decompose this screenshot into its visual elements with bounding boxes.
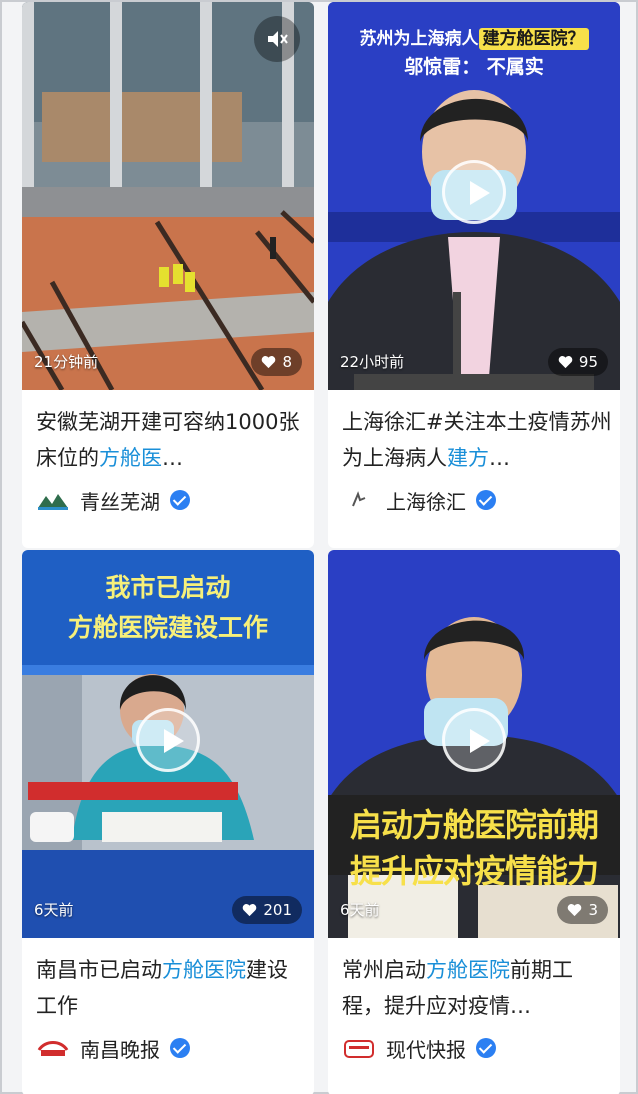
video-card[interactable]: 我市已启动 方舱医院建设工作 6天前 201 南昌市已启动方舱医院建设工作 南昌… [22, 550, 314, 1094]
video-card[interactable]: 苏州为上海病人 建方舱医院？ 邬惊雷： 不属实 22小时前 95 上海徐汇#关注本… [328, 2, 620, 548]
like-count[interactable]: 3 [557, 896, 608, 924]
overlay-text: 苏州为上海病人 [359, 29, 479, 49]
play-button[interactable] [136, 708, 200, 772]
overlay-line: 启动方舱医院前期 [349, 806, 599, 844]
overlay-highlight: 建方舱医院？ [478, 28, 589, 50]
heart-icon [568, 904, 582, 917]
video-thumbnail[interactable]: 启动方舱医院前期 提升应对疫情能力 6天前 3 [328, 550, 620, 938]
author-name: 上海徐汇 [386, 489, 466, 514]
video-thumbnail[interactable]: 苏州为上海病人 建方舱医院？ 邬惊雷： 不属实 22小时前 95 [328, 2, 620, 390]
mute-toggle[interactable] [254, 16, 300, 62]
mute-icon [268, 31, 288, 47]
video-overlay-title: 苏州为上海病人 建方舱医院？ [328, 24, 620, 50]
video-title[interactable]: 南昌市已启动方舱医院建设工作 [36, 952, 306, 1024]
title-tail: … [162, 446, 183, 470]
play-button[interactable] [442, 160, 506, 224]
video-card[interactable]: 21分钟前 8 安徽芜湖开建可容纳1000张床位的方舱医… 青丝芜湖 [22, 2, 314, 548]
verified-icon [476, 1038, 496, 1058]
play-button[interactable] [442, 708, 506, 772]
author-avatar [342, 487, 376, 513]
author-avatar [36, 1035, 70, 1061]
author-avatar [342, 1035, 376, 1061]
post-time: 6天前 [34, 901, 74, 919]
video-overlay-title: 我市已启动 方舱医院建设工作 [22, 568, 314, 644]
title-keyword: 方舱医 [99, 446, 162, 470]
title-keyword: 方舱医院 [162, 958, 246, 982]
author-row[interactable]: 上海徐汇 [342, 480, 496, 520]
author-row[interactable]: 南昌晚报 [36, 1028, 190, 1068]
post-time: 6天前 [340, 901, 380, 919]
like-count[interactable]: 8 [251, 348, 302, 376]
video-thumbnail[interactable]: 我市已启动 方舱医院建设工作 6天前 201 [22, 550, 314, 938]
title-text: 南昌市已启动 [36, 958, 162, 982]
title-keyword: 建方 [447, 446, 489, 470]
post-time: 21分钟前 [34, 353, 99, 371]
like-number: 95 [578, 353, 598, 371]
like-number: 8 [282, 353, 292, 371]
verified-icon [170, 1038, 190, 1058]
overlay-line: 我市已启动 [105, 573, 231, 602]
heart-icon [558, 356, 573, 369]
heart-icon [243, 904, 257, 917]
feed-frame: 21分钟前 8 安徽芜湖开建可容纳1000张床位的方舱医… 青丝芜湖 苏州为上海… [0, 0, 638, 1094]
verified-icon [170, 490, 190, 510]
heart-icon [262, 356, 276, 369]
video-title[interactable]: 常州启动方舱医院前期工程，提升应对疫情… [342, 952, 612, 1024]
title-keyword: 方舱医院 [426, 958, 510, 982]
video-card[interactable]: 启动方舱医院前期 提升应对疫情能力 6天前 3 常州启动方舱医院前期工程，提升应… [328, 550, 620, 1094]
author-avatar [36, 487, 70, 513]
overlay-line: 提升应对疫情能力 [349, 852, 599, 890]
video-overlay-subtitle: 邬惊雷： 不属实 [404, 56, 544, 78]
like-count[interactable]: 201 [232, 896, 302, 924]
title-text: 常州启动 [342, 958, 426, 982]
author-row[interactable]: 青丝芜湖 [36, 480, 190, 520]
like-number: 3 [588, 901, 598, 919]
post-time: 22小时前 [340, 353, 405, 371]
video-thumbnail[interactable]: 21分钟前 8 [22, 2, 314, 390]
author-row[interactable]: 现代快报 [342, 1028, 496, 1068]
video-title[interactable]: 安徽芜湖开建可容纳1000张床位的方舱医… [36, 404, 306, 476]
author-name: 现代快报 [386, 1037, 466, 1062]
verified-icon [476, 490, 496, 510]
video-overlay-caption: 启动方舱医院前期 提升应对疫情能力 [328, 800, 620, 892]
author-name: 南昌晚报 [80, 1037, 160, 1062]
overlay-line: 方舱医院建设工作 [67, 613, 268, 642]
author-name: 青丝芜湖 [80, 489, 160, 514]
like-count[interactable]: 95 [547, 348, 608, 376]
title-tail: … [489, 446, 510, 470]
like-number: 201 [263, 901, 292, 919]
video-title[interactable]: 上海徐汇#关注本土疫情苏州为上海病人建方… [342, 404, 612, 476]
